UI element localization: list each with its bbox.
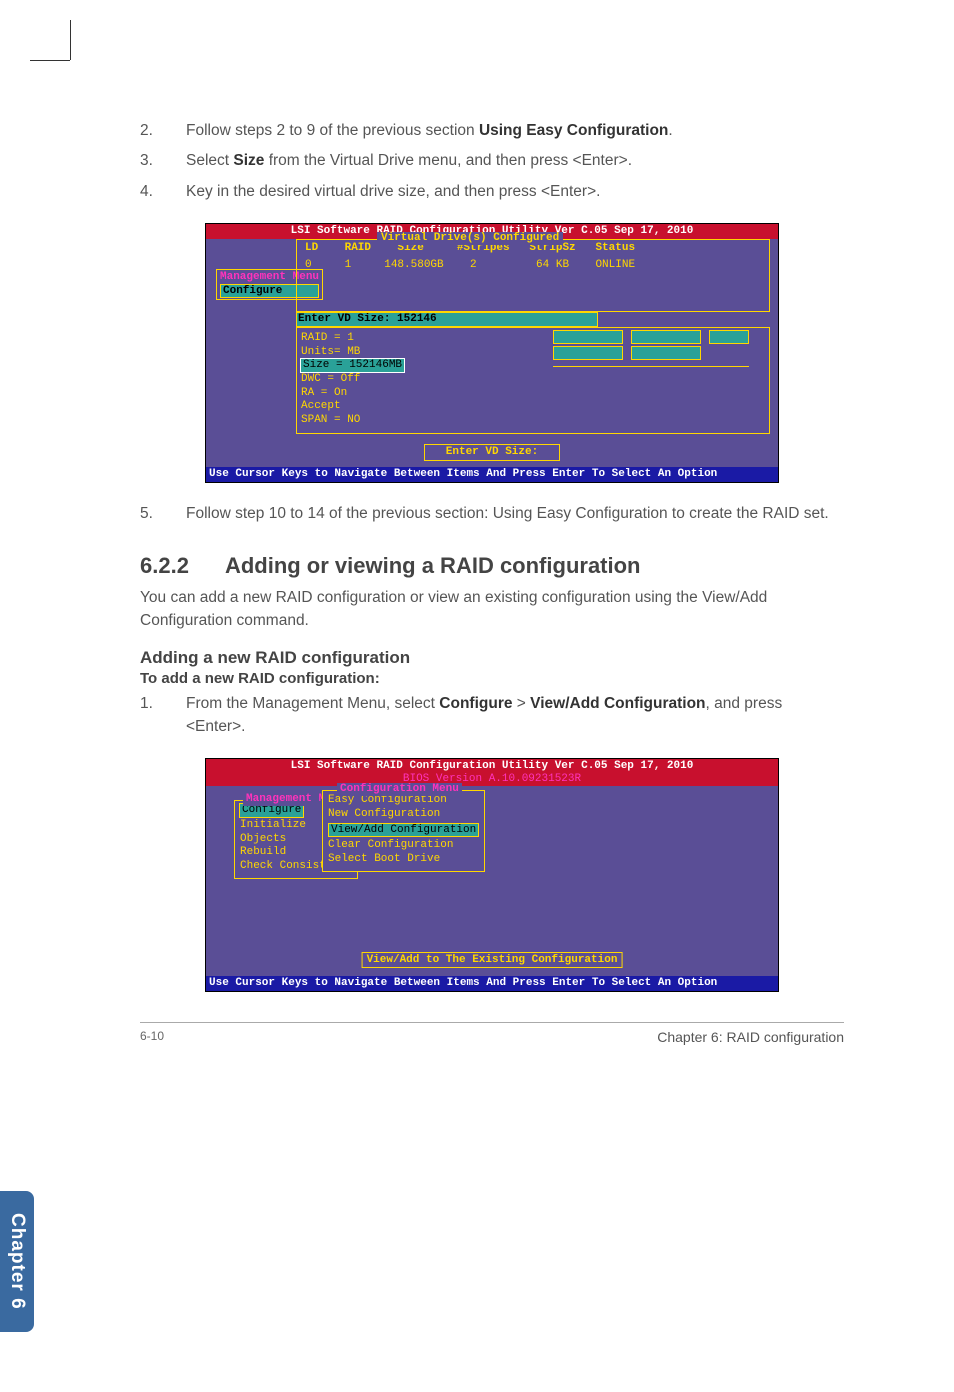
subsection-heading: Adding a new RAID configuration — [140, 648, 844, 668]
enter-vd-size-bar: Enter VD Size: 152146 — [296, 312, 598, 327]
page-number: 6-10 — [140, 1029, 164, 1045]
step-text: Follow steps 2 to 9 of the previous sect… — [186, 120, 844, 142]
mm-item-configure: Configure — [240, 804, 303, 817]
page-footer: 6-10 Chapter 6: RAID configuration — [140, 1022, 844, 1045]
section-heading: 6.2.2 Adding or viewing a RAID configurat… — [140, 553, 844, 579]
opt-ra: RA = On — [301, 387, 765, 400]
section-intro: You can add a new RAID configuration or … — [140, 587, 844, 632]
cfg-item-boot: Select Boot Drive — [328, 853, 479, 866]
steps-mid: 5. Follow step 10 to 14 of the previous … — [140, 503, 844, 525]
bios-footer: Use Cursor Keys to Navigate Between Item… — [206, 467, 778, 482]
step-num: 4. — [140, 181, 186, 203]
help-box: Enter VD Size: — [424, 444, 560, 461]
bios-title-2: LSI Software RAID Configuration Utility … — [206, 759, 778, 786]
cfg-item-easy: Easy Configuration — [328, 794, 479, 807]
cfg-item-new: New Configuration — [328, 808, 479, 821]
bios-footer-2: Use Cursor Keys to Navigate Between Item… — [206, 976, 778, 991]
section-number: 6.2.2 — [140, 553, 189, 578]
step-num: 2. — [140, 120, 186, 142]
subsection-bold: To add a new RAID configuration: — [140, 670, 844, 687]
footer-chapter: Chapter 6: RAID configuration — [657, 1029, 844, 1045]
step-text: Select Size from the Virtual Drive menu,… — [186, 150, 844, 172]
step-5: 5. Follow step 10 to 14 of the previous … — [140, 503, 844, 525]
step-1b: 1. From the Management Menu, select Conf… — [140, 693, 844, 738]
steps-bottom: 1. From the Management Menu, select Conf… — [140, 693, 844, 738]
steps-top: 2. Follow steps 2 to 9 of the previous s… — [140, 120, 844, 203]
vd-options-pane: RAID = 1 Units= MB Size = 152146MB DWC =… — [296, 327, 770, 434]
opt-accept: Accept — [301, 400, 765, 413]
configuration-menu-title: Configuration Menu — [337, 783, 462, 796]
preview-swatches — [553, 330, 749, 376]
vd-configured-title: Virtual Drive(s) Configured — [377, 232, 563, 245]
step-2: 2. Follow steps 2 to 9 of the previous s… — [140, 120, 844, 142]
step-num: 3. — [140, 150, 186, 172]
vd-configured-box: Virtual Drive(s) Configured LD RAID Size… — [296, 239, 770, 312]
step-num: 1. — [140, 693, 186, 738]
step-4: 4. Key in the desired virtual drive size… — [140, 181, 844, 203]
step-3: 3. Select Size from the Virtual Drive me… — [140, 150, 844, 172]
bios-screenshot-1: LSI Software RAID Configuration Utility … — [205, 223, 779, 482]
section-title: Adding or viewing a RAID configuration — [225, 553, 641, 578]
bios-screenshot-2: LSI Software RAID Configuration Utility … — [205, 758, 779, 992]
step-text: From the Management Menu, select Configu… — [186, 693, 844, 738]
step-text: Key in the desired virtual drive size, a… — [186, 181, 844, 203]
step-num: 5. — [140, 503, 186, 525]
configuration-menu: Configuration Menu Easy Configuration Ne… — [322, 790, 485, 871]
help-box-2: View/Add to The Existing Configuration — [362, 952, 623, 969]
chapter-tab: Chapter 6 — [0, 1191, 34, 1332]
vd-row: 0 1 148.580GB 2 64 KB ONLINE — [297, 259, 769, 272]
cfg-item-clear: Clear Configuration — [328, 839, 479, 852]
step-text: Follow step 10 to 14 of the previous sec… — [186, 503, 844, 525]
cfg-item-viewadd: View/Add Configuration — [328, 823, 479, 838]
opt-span: SPAN = NO — [301, 414, 765, 427]
